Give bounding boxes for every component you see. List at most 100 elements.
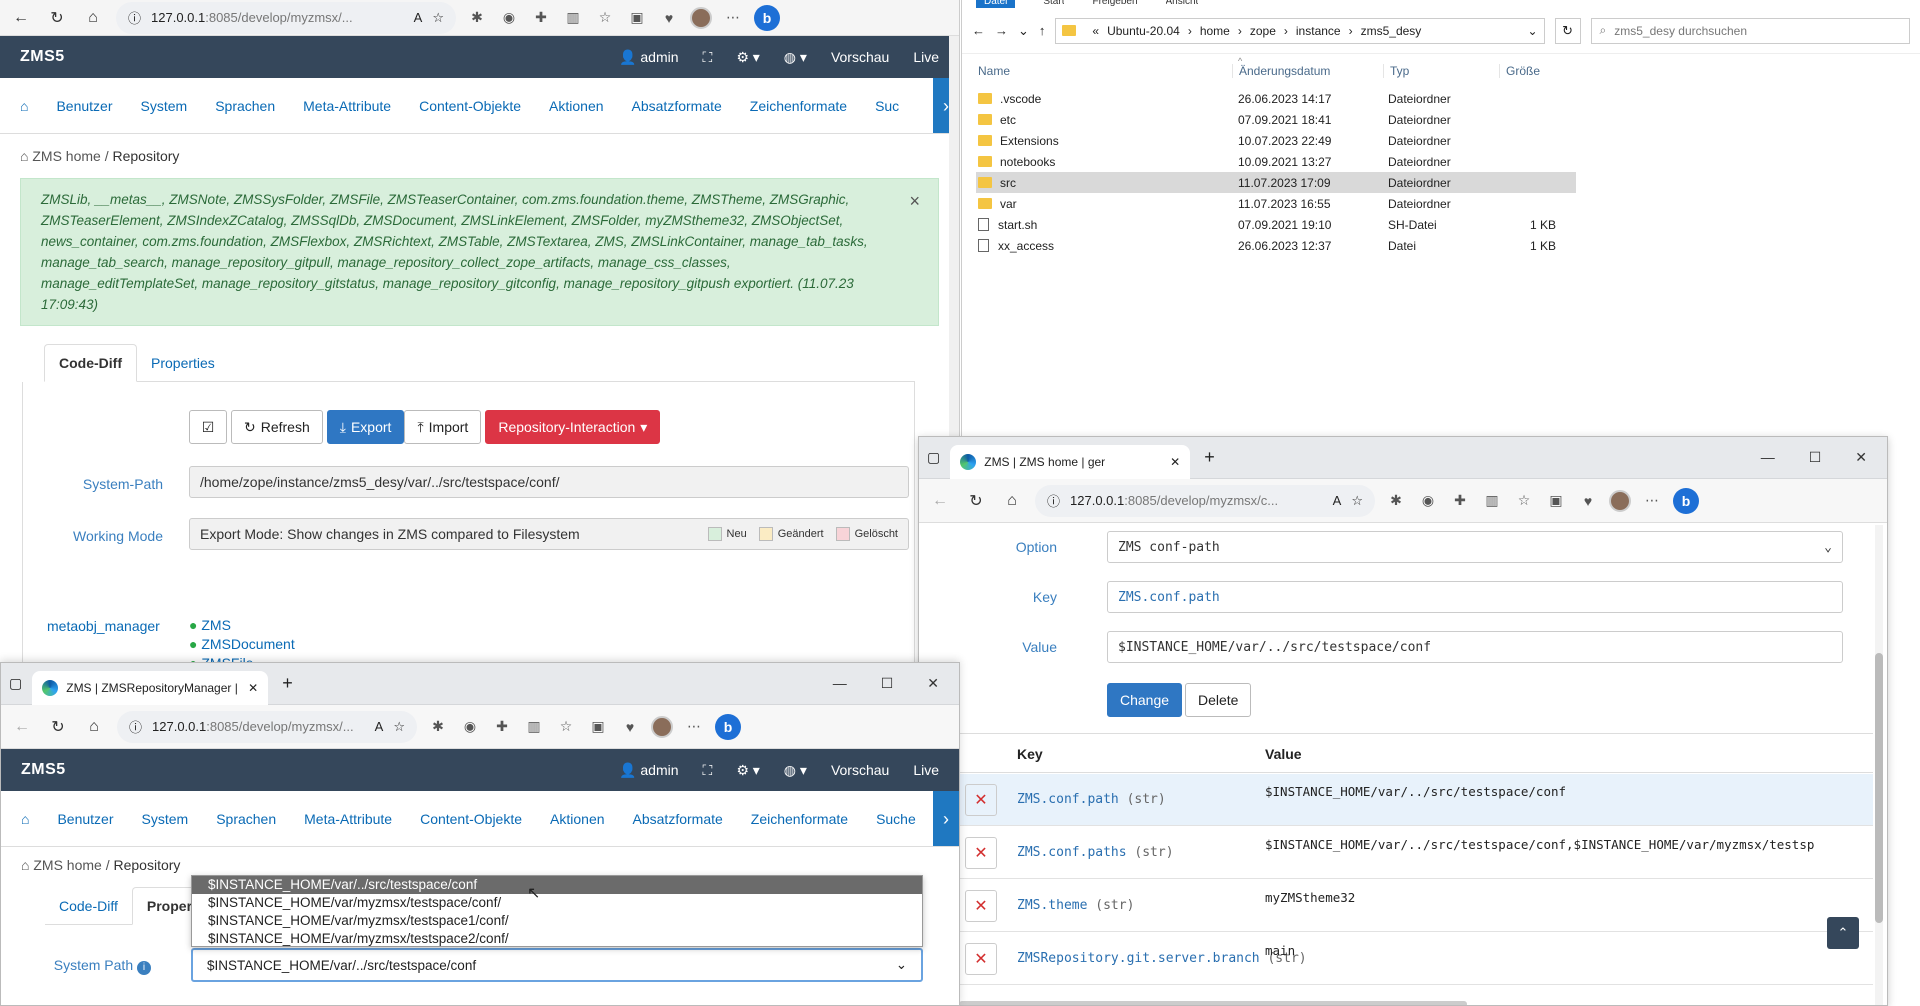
forward-icon[interactable]: →: [995, 23, 1008, 38]
repo-address-bar[interactable]: ⓘ 127.0.0.1:8085/develop/myzmsx/... A ☆: [117, 710, 417, 743]
live-link[interactable]: Live: [913, 49, 939, 65]
dropdown-option[interactable]: $INSTANCE_HOME/var/myzmsx/testspace/conf…: [192, 894, 922, 912]
conf-key[interactable]: ZMS.theme (str): [1017, 898, 1134, 913]
conf-key[interactable]: ZMS.conf.paths (str): [1017, 845, 1174, 860]
file-row[interactable]: src 11.07.2023 17:09 Dateiordner: [976, 172, 1576, 193]
repo-tab[interactable]: ZMS | ZMSRepositoryManager | ✕: [32, 670, 269, 705]
menu-suche[interactable]: Suc: [875, 98, 899, 114]
extension2-icon[interactable]: ◉: [459, 716, 481, 738]
health-icon[interactable]: ♥: [1577, 490, 1599, 512]
preview-link[interactable]: Vorschau: [831, 49, 889, 65]
sitemap-icon[interactable]: ⛶: [703, 762, 713, 779]
menu-sprachen[interactable]: Sprachen: [216, 811, 276, 827]
menu-meta-attribute[interactable]: Meta-Attribute: [303, 98, 391, 114]
favorite-star-icon[interactable]: ☆: [393, 719, 405, 735]
split-screen-icon[interactable]: ▥: [523, 716, 545, 738]
tree-item[interactable]: ● ZMSDocument: [189, 635, 295, 654]
user-menu[interactable]: 👤 admin: [619, 49, 678, 66]
profile-avatar[interactable]: [1609, 489, 1631, 512]
system-path-select[interactable]: $INSTANCE_HOME/var/../src/testspace/conf…: [191, 948, 923, 982]
puzzle-icon[interactable]: ✚: [1449, 490, 1471, 512]
language-globe-icon[interactable]: ◍ ▾: [784, 762, 807, 779]
info-icon[interactable]: i: [137, 961, 151, 975]
extension-icon[interactable]: ✱: [1385, 490, 1407, 512]
tab-close-icon[interactable]: ✕: [248, 681, 258, 695]
back-icon[interactable]: ←: [972, 23, 985, 38]
menu-aktionen[interactable]: Aktionen: [550, 811, 604, 827]
path-seg[interactable]: zms5_desy: [1361, 24, 1422, 38]
system-path-field[interactable]: /home/zope/instance/zms5_desy/var/../src…: [189, 466, 909, 498]
read-aloud-icon[interactable]: A: [375, 719, 384, 734]
close-window-icon[interactable]: ✕: [1855, 449, 1867, 466]
settings-gear-icon[interactable]: ⚙ ▾: [736, 762, 759, 779]
alert-close-icon[interactable]: ×: [909, 191, 920, 212]
dropdown-option[interactable]: $INSTANCE_HOME/var/../src/testspace/conf: [192, 876, 922, 894]
home-icon[interactable]: ⌂: [999, 488, 1025, 514]
conf-tab[interactable]: ZMS | ZMS home | ger ✕: [950, 444, 1191, 479]
menu-absatzformate[interactable]: Absatzformate: [633, 811, 723, 827]
menu-system[interactable]: System: [141, 98, 188, 114]
collections-icon[interactable]: ▣: [587, 716, 609, 738]
reload-icon[interactable]: ↻: [45, 714, 71, 740]
dropdown-option[interactable]: $INSTANCE_HOME/var/myzmsx/testspace2/con…: [192, 930, 922, 947]
menu-scroll-right-icon[interactable]: ›: [933, 791, 959, 846]
home-icon[interactable]: ⌂: [81, 714, 107, 740]
path-seg[interactable]: zope: [1250, 24, 1276, 38]
sitemap-icon[interactable]: ⛶: [703, 49, 713, 66]
file-row[interactable]: etc 07.09.2021 18:41 Dateiordner: [976, 109, 1576, 130]
extension2-icon[interactable]: ◉: [1417, 490, 1439, 512]
delete-row-icon[interactable]: ✕: [965, 942, 997, 975]
bing-icon[interactable]: b: [1673, 487, 1699, 514]
menu-aktionen[interactable]: Aktionen: [549, 98, 603, 114]
user-menu[interactable]: 👤 admin: [619, 762, 678, 779]
collections-icon[interactable]: ▣: [1545, 490, 1567, 512]
breadcrumb-home[interactable]: ⌂ ZMS home: [20, 148, 101, 164]
repository-interaction-button[interactable]: Repository-Interaction ▾: [485, 410, 661, 444]
bing-icon[interactable]: b: [715, 713, 741, 740]
file-row[interactable]: Extensions 10.07.2023 22:49 Dateiordner: [976, 130, 1576, 151]
back-icon[interactable]: ←: [8, 5, 34, 31]
conf-address-bar[interactable]: ⓘ 127.0.0.1:8085/develop/myzmsx/c... A ☆: [1035, 484, 1375, 517]
export-button[interactable]: ⤓ Export: [326, 410, 405, 444]
live-link[interactable]: Live: [913, 762, 939, 778]
menu-system[interactable]: System: [142, 811, 189, 827]
profile-avatar[interactable]: [651, 715, 673, 738]
home-nav-icon[interactable]: ⌂: [20, 98, 28, 114]
recent-icon[interactable]: ⌄: [1018, 23, 1029, 39]
maximize-icon[interactable]: ☐: [881, 675, 894, 692]
puzzle-icon[interactable]: ✚: [530, 7, 552, 29]
favorites-icon[interactable]: ☆: [555, 716, 577, 738]
menu-content-objekte[interactable]: Content-Objekte: [419, 98, 521, 114]
reload-icon[interactable]: ↻: [44, 5, 70, 31]
more-icon[interactable]: ⋯: [1641, 490, 1663, 512]
close-window-icon[interactable]: ✕: [927, 675, 939, 692]
new-tab-icon[interactable]: +: [1204, 447, 1215, 468]
option-select[interactable]: ZMS conf-path ⌄: [1107, 531, 1843, 563]
split-screen-icon[interactable]: ▥: [1481, 490, 1503, 512]
favorite-star-icon[interactable]: ☆: [1351, 493, 1363, 509]
scroll-to-top-icon[interactable]: ⌃: [1827, 917, 1859, 949]
zms-brand[interactable]: ZMS5: [21, 761, 66, 779]
col-size[interactable]: Größe: [1499, 64, 1540, 78]
col-type[interactable]: Typ: [1383, 64, 1409, 78]
delete-button[interactable]: Delete: [1185, 683, 1252, 717]
file-row[interactable]: var 11.07.2023 16:55 Dateiordner: [976, 193, 1576, 214]
extension-icon[interactable]: ✱: [466, 7, 488, 29]
more-icon[interactable]: ⋯: [722, 7, 744, 29]
favorite-star-icon[interactable]: ☆: [432, 10, 444, 26]
select-all-checkbox[interactable]: ☑: [189, 410, 227, 444]
menu-meta-attribute[interactable]: Meta-Attribute: [304, 811, 392, 827]
tab-actions-icon[interactable]: ▢: [927, 449, 940, 466]
minimize-icon[interactable]: —: [1761, 449, 1775, 466]
tree-item[interactable]: ● ZMS: [189, 616, 295, 635]
conf-horizontal-scrollbar[interactable]: [959, 1001, 1467, 1005]
path-dropdown-icon[interactable]: ⌄: [1528, 24, 1538, 38]
maximize-icon[interactable]: ☐: [1809, 449, 1822, 466]
tab-code-diff[interactable]: Code-Diff: [45, 888, 132, 924]
tab-code-diff[interactable]: Code-Diff: [44, 344, 137, 382]
path-seg[interactable]: Ubuntu-20.04: [1107, 24, 1180, 38]
preview-link[interactable]: Vorschau: [831, 762, 889, 778]
import-button[interactable]: ⤒ Import: [404, 410, 482, 444]
favorites-icon[interactable]: ☆: [594, 7, 616, 29]
menu-zeichenformate[interactable]: Zeichenformate: [750, 98, 847, 114]
